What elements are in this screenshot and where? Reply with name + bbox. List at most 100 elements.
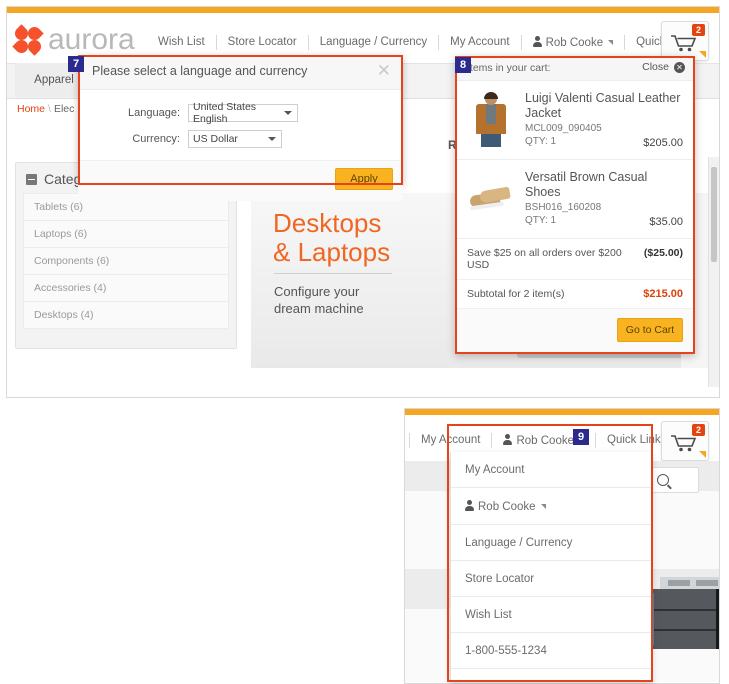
- promo-banner-sub-line1: Configure your: [274, 284, 360, 299]
- nav-language-currency[interactable]: Language / Currency: [309, 36, 438, 48]
- quick-link-phone[interactable]: 1-800-555-1234: [451, 633, 651, 669]
- breadcrumb-home[interactable]: Home: [17, 103, 45, 115]
- cart-item-sku: BSH016_160208: [525, 202, 602, 213]
- cart-promo-label: Save $25 on all orders over $200 USD: [467, 247, 622, 271]
- nav-my-account[interactable]: My Account: [439, 36, 520, 48]
- user-icon: [532, 35, 542, 47]
- cart-count-badge: 2: [691, 424, 705, 436]
- cart-corner-marker: [699, 451, 706, 458]
- cart-item-price: $35.00: [649, 216, 683, 228]
- cart-promo-row: Save $25 on all orders over $200 USD ($2…: [455, 239, 695, 280]
- dialog-footer: Apply: [78, 160, 403, 201]
- category-item-accessories[interactable]: Accessories (4): [24, 275, 228, 302]
- cart-promo-value: ($25.00): [643, 247, 683, 259]
- brand-logo[interactable]: aurora: [12, 23, 135, 57]
- mini-cart-header: Items in your cart: Close ✕: [455, 56, 695, 81]
- cart-item-name[interactable]: Luigi Valenti Casual Leather Jacket: [525, 91, 683, 121]
- category-sidebar-title-label: Categ: [44, 171, 82, 187]
- quick-link-my-account[interactable]: My Account: [451, 452, 651, 488]
- currency-label: Currency:: [132, 133, 180, 145]
- mini-cart-panel: Items in your cart: Close ✕ Luigi Valent…: [455, 56, 695, 354]
- quick-link-user[interactable]: Rob Cooke: [451, 488, 651, 525]
- step-badge-7: 7: [68, 56, 84, 72]
- user-icon: [465, 500, 474, 511]
- language-row: Language: United States English: [118, 101, 298, 125]
- cart-item-sku: MCL009_090405: [525, 123, 602, 134]
- nav-my-account[interactable]: My Account: [410, 434, 491, 446]
- user-icon: [503, 433, 513, 445]
- dialog-title: Please select a language and currency: [92, 64, 308, 78]
- cart-item-info: Luigi Valenti Casual Leather Jacket MCL0…: [525, 91, 683, 149]
- go-to-cart-button[interactable]: Go to Cart: [617, 318, 683, 342]
- cart-subtotal-label: Subtotal for 2 item(s): [467, 288, 565, 300]
- cart-item-name[interactable]: Versatil Brown Casual Shoes: [525, 170, 683, 200]
- search-icon[interactable]: [657, 474, 670, 486]
- server-illustration: [644, 577, 719, 651]
- flower-logo-icon: [12, 24, 44, 56]
- page-scrollbar-thumb[interactable]: [711, 167, 717, 262]
- chevron-down-icon: [284, 111, 292, 115]
- language-label: Language:: [128, 107, 180, 119]
- step-badge-8: 8: [455, 57, 471, 73]
- nav-store-locator[interactable]: Store Locator: [217, 36, 308, 48]
- currency-row: Currency: US Dollar: [118, 130, 282, 148]
- close-icon[interactable]: ✕: [377, 62, 391, 79]
- chevron-down-icon: [608, 39, 614, 45]
- category-item-components[interactable]: Components (6): [24, 248, 228, 275]
- quick-links-dropdown: My Account Rob Cooke Language / Currency…: [450, 452, 652, 683]
- promo-banner-title-line1: Desktops: [273, 208, 382, 238]
- cart-count-badge: 2: [691, 24, 705, 36]
- header-nav: Wish List Store Locator Language / Curre…: [147, 31, 717, 53]
- cart-item-row[interactable]: Versatil Brown Casual Shoes BSH016_16020…: [455, 160, 695, 239]
- language-select[interactable]: United States English: [188, 101, 298, 125]
- screenshot-root: aurora Wish List Store Locator Language …: [0, 0, 729, 684]
- nav-quick-links-label: Quick Links: [607, 434, 667, 446]
- cart-button[interactable]: 2: [661, 21, 709, 61]
- breadcrumb-current: Elec: [53, 103, 75, 115]
- mini-cart-heading: Items in your cart:: [467, 62, 551, 74]
- promo-banner-sub-line2: dream machine: [274, 301, 364, 316]
- shopping-cart-icon: [671, 35, 697, 52]
- dialog-body: Language: United States English Currency…: [78, 90, 403, 160]
- breadcrumb-separator: \: [48, 103, 51, 115]
- category-list: Tablets (6) Laptops (6) Components (6) A…: [23, 193, 229, 329]
- quick-link-user-label: Rob Cooke: [478, 501, 536, 513]
- category-item-laptops[interactable]: Laptops (6): [24, 221, 228, 248]
- cart-button[interactable]: 2: [661, 421, 709, 461]
- nav-wish-list[interactable]: Wish List: [147, 36, 216, 48]
- nav-user-label: Rob Cooke: [545, 36, 604, 49]
- category-item-desktops[interactable]: Desktops (4): [24, 302, 228, 328]
- language-select-value: United States English: [193, 101, 257, 125]
- jacket-thumbnail: [467, 91, 515, 149]
- promo-banner-title-line2: & Laptops: [273, 237, 391, 267]
- cart-subtotal-row: Subtotal for 2 item(s) $215.00: [455, 280, 695, 309]
- currency-select[interactable]: US Dollar: [188, 130, 282, 148]
- promo-banner-title: Desktops & Laptops: [273, 209, 390, 267]
- apply-button[interactable]: Apply: [335, 168, 393, 190]
- quick-link-wish-list[interactable]: Wish List: [451, 597, 651, 633]
- quick-link-store-locator[interactable]: Store Locator: [451, 561, 651, 597]
- chevron-down-icon: [268, 137, 276, 141]
- nav-user-label: Rob Cooke: [516, 434, 574, 447]
- shoes-thumbnail: [467, 170, 515, 228]
- cart-item-price: $205.00: [643, 137, 683, 149]
- header-nav: My Account Rob Cooke Quick Links: [409, 429, 687, 451]
- dialog-header: Please select a language and currency ✕: [78, 55, 403, 90]
- nav-user-menu[interactable]: Rob Cooke: [522, 35, 625, 49]
- language-currency-dialog: Please select a language and currency ✕ …: [78, 55, 403, 201]
- brand-name: aurora: [48, 23, 135, 56]
- cart-subtotal-value: $215.00: [643, 288, 683, 300]
- chevron-down-icon: [540, 504, 546, 509]
- mini-cart-footer: Go to Cart: [455, 309, 695, 353]
- cart-item-info: Versatil Brown Casual Shoes BSH016_16020…: [525, 170, 683, 228]
- cart-corner-marker: [699, 51, 706, 58]
- shopping-cart-icon: [671, 435, 697, 452]
- step-badge-9: 9: [573, 429, 589, 445]
- cart-item-row[interactable]: Luigi Valenti Casual Leather Jacket MCL0…: [455, 81, 695, 160]
- breadcrumb: Home \ Elec: [17, 103, 74, 115]
- close-circle-icon: ✕: [674, 61, 685, 73]
- mini-cart-close-button[interactable]: Close ✕: [642, 61, 685, 73]
- minus-icon[interactable]: [26, 173, 37, 185]
- promo-banner-subtitle: Configure your dream machine: [274, 283, 364, 317]
- quick-link-language-currency[interactable]: Language / Currency: [451, 525, 651, 561]
